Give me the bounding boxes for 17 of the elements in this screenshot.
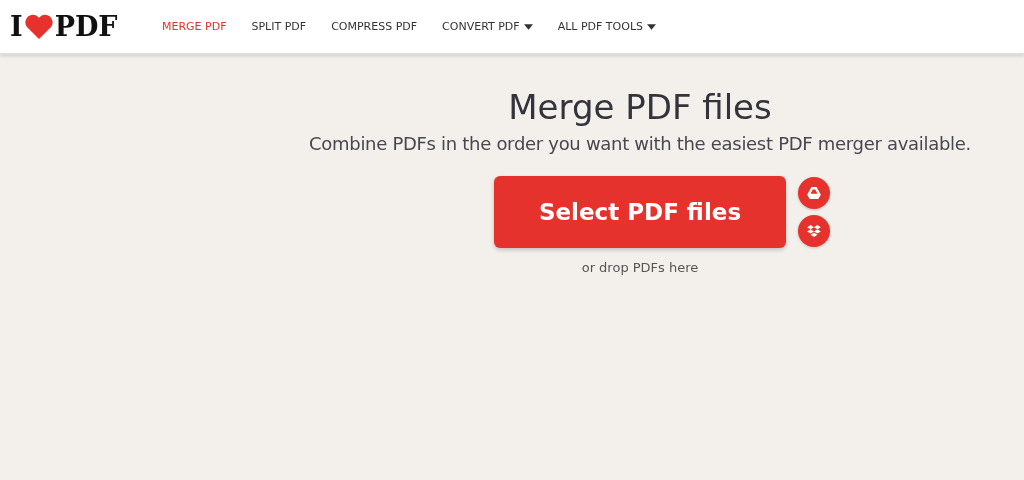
select-files-button[interactable]: Select PDF files bbox=[494, 176, 786, 248]
nav-link[interactable]: CONVERT PDF bbox=[442, 20, 533, 33]
nav-link[interactable]: MERGE PDF bbox=[162, 20, 227, 33]
nav-link[interactable]: ALL PDF TOOLS bbox=[557, 20, 656, 33]
page-subtitle: Combine PDFs in the order you want with the easiest PDF merger available. bbox=[309, 133, 971, 154]
drive-button[interactable] bbox=[798, 177, 830, 209]
logo-text: PDF bbox=[54, 11, 118, 42]
nav-link[interactable]: SPLIT PDF bbox=[251, 20, 307, 33]
drop-hint: or drop PDFs here bbox=[581, 260, 699, 275]
caret-icon bbox=[647, 23, 656, 30]
nav-link[interactable]: COMPRESS PDF bbox=[331, 20, 418, 33]
page-title: Merge PDF files bbox=[508, 87, 772, 127]
dropbox-button[interactable] bbox=[798, 215, 830, 247]
box-icon bbox=[807, 225, 821, 237]
logo-text: I bbox=[10, 11, 23, 42]
caret-icon bbox=[523, 23, 533, 30]
heart-icon bbox=[23, 13, 54, 40]
